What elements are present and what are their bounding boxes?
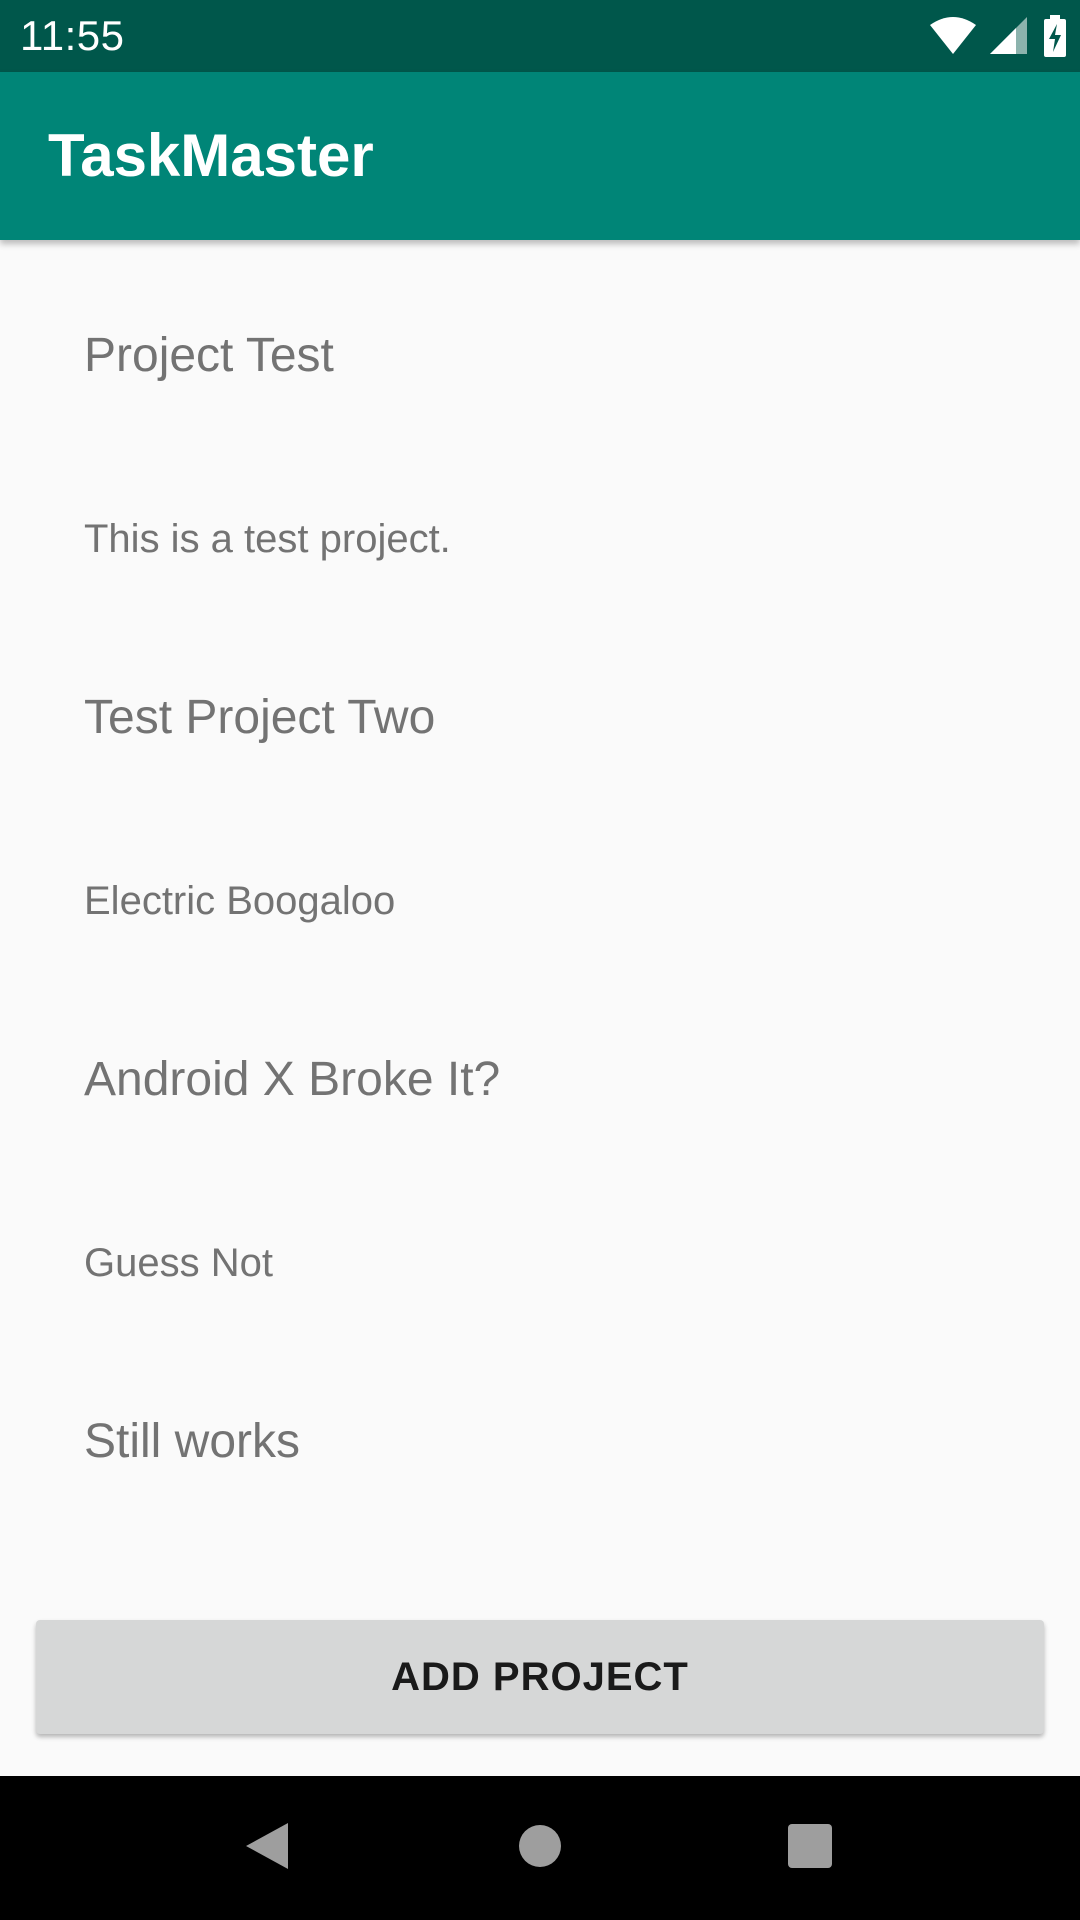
project-item[interactable]: Android X Broke It? Guess Not — [0, 964, 1080, 1326]
project-description: Guess Not — [84, 1241, 273, 1285]
status-bar: 11:55 — [0, 0, 1080, 72]
nav-back-button[interactable] — [177, 1776, 357, 1920]
status-icons — [930, 14, 1066, 58]
home-icon — [517, 1823, 563, 1874]
battery-charging-icon — [1044, 15, 1066, 57]
project-name: Android X Broke It? — [84, 1053, 501, 1106]
project-item[interactable]: Test Project Two Electric Boogaloo — [0, 602, 1080, 964]
recents-icon — [787, 1823, 833, 1874]
project-item[interactable]: Still works — [0, 1326, 1080, 1580]
wifi-icon — [930, 17, 976, 55]
project-name: Project Test — [84, 329, 334, 382]
project-name: Test Project Two — [84, 691, 436, 744]
nav-recents-button[interactable] — [720, 1776, 900, 1920]
back-icon — [244, 1821, 290, 1876]
project-description: This is a test project. — [84, 517, 451, 561]
project-name: Still works — [84, 1415, 301, 1468]
add-project-button[interactable]: ADD PROJECT — [36, 1620, 1044, 1734]
project-description: Electric Boogaloo — [84, 879, 396, 923]
project-item[interactable]: Project Test This is a test project. — [0, 240, 1080, 602]
navigation-bar — [0, 1776, 1080, 1920]
app-bar: TaskMaster — [0, 72, 1080, 240]
nav-home-button[interactable] — [450, 1776, 630, 1920]
project-list[interactable]: Project Test This is a test project. Tes… — [0, 240, 1080, 1580]
signal-icon — [990, 17, 1030, 55]
status-time: 11:55 — [20, 12, 125, 59]
app-title: TaskMaster — [48, 122, 374, 189]
screen: 11:55 TaskMaster Project Test This is a … — [0, 0, 1080, 1920]
